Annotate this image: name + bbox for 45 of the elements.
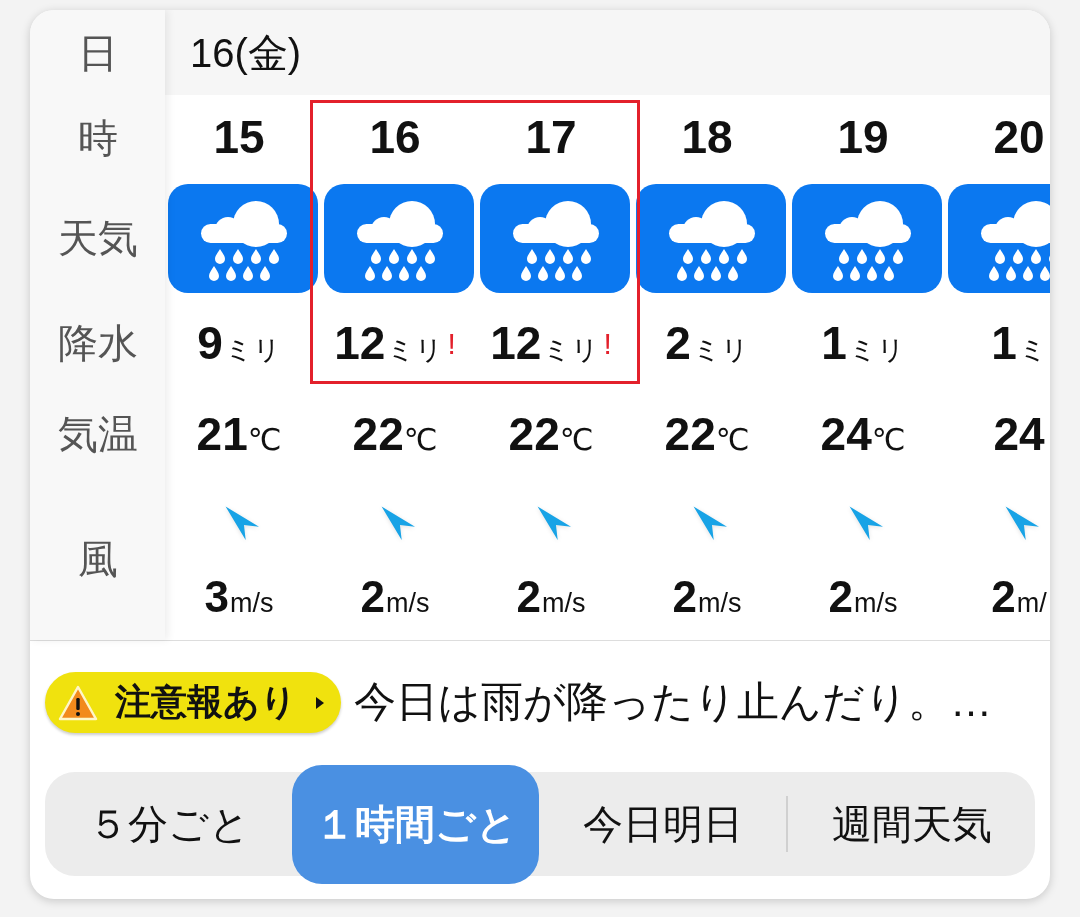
- wind-speed: 2m/s: [672, 573, 742, 622]
- row-label: 風: [77, 537, 118, 581]
- wind-speed: 2m/s: [516, 573, 586, 622]
- row-label: 気温: [57, 412, 138, 456]
- wind-speed: 2m/s: [828, 573, 898, 622]
- alert-mark: !: [603, 327, 612, 360]
- rain-cloud-icon: [792, 183, 942, 293]
- rain-cloud-icon: [480, 183, 630, 293]
- precipitation-amount: 9 ミリ: [197, 317, 281, 369]
- temperature-value: 22℃: [352, 408, 438, 460]
- row-label: 日: [77, 30, 118, 75]
- hour-label: 20: [993, 112, 1045, 163]
- forecast-summary: 今日は雨が降ったり止んだり。…: [354, 677, 992, 728]
- advisory-button[interactable]: 注意報あり: [45, 672, 341, 733]
- precipitation-amount: 12 ミリ: [490, 317, 600, 369]
- precipitation-amount: 12 ミリ: [334, 317, 444, 369]
- temperature-value: 22℃: [664, 408, 750, 460]
- hour-label: 16: [369, 112, 421, 163]
- precipitation-amount: 1 ミ: [991, 317, 1047, 369]
- temperature-value: 24℃: [820, 408, 906, 460]
- wind-speed: 3m/s: [204, 573, 274, 622]
- caret-icon: [315, 695, 325, 710]
- precipitation-amount: 2 ミリ: [665, 317, 749, 369]
- row-label: 時: [77, 115, 118, 160]
- tab[interactable]: 週間天気: [788, 772, 1035, 876]
- tab[interactable]: 今日明日: [539, 772, 786, 876]
- row-label: 天気: [57, 216, 138, 260]
- wind-speed: 2m/: [991, 573, 1047, 622]
- wind-speed: 2m/s: [360, 573, 430, 622]
- date-label: 16(金): [190, 30, 302, 75]
- temperature-value: 22℃: [508, 408, 594, 460]
- temperature-value: 24: [993, 408, 1045, 460]
- hour-label: 19: [837, 112, 889, 163]
- hour-label: 17: [525, 112, 577, 163]
- warning-icon: [58, 684, 98, 721]
- tab[interactable]: ５分ごと: [45, 772, 292, 876]
- alert-mark: !: [447, 327, 456, 360]
- rain-cloud-icon: [324, 183, 474, 293]
- hour-label: 15: [213, 112, 265, 163]
- row-label: 降水: [57, 321, 138, 365]
- rain-cloud-icon: [168, 183, 318, 293]
- hour-label: 18: [681, 112, 733, 163]
- rain-cloud-icon: [636, 183, 786, 293]
- precipitation-amount: 1 ミリ: [821, 317, 905, 369]
- temperature-value: 21℃: [196, 408, 282, 460]
